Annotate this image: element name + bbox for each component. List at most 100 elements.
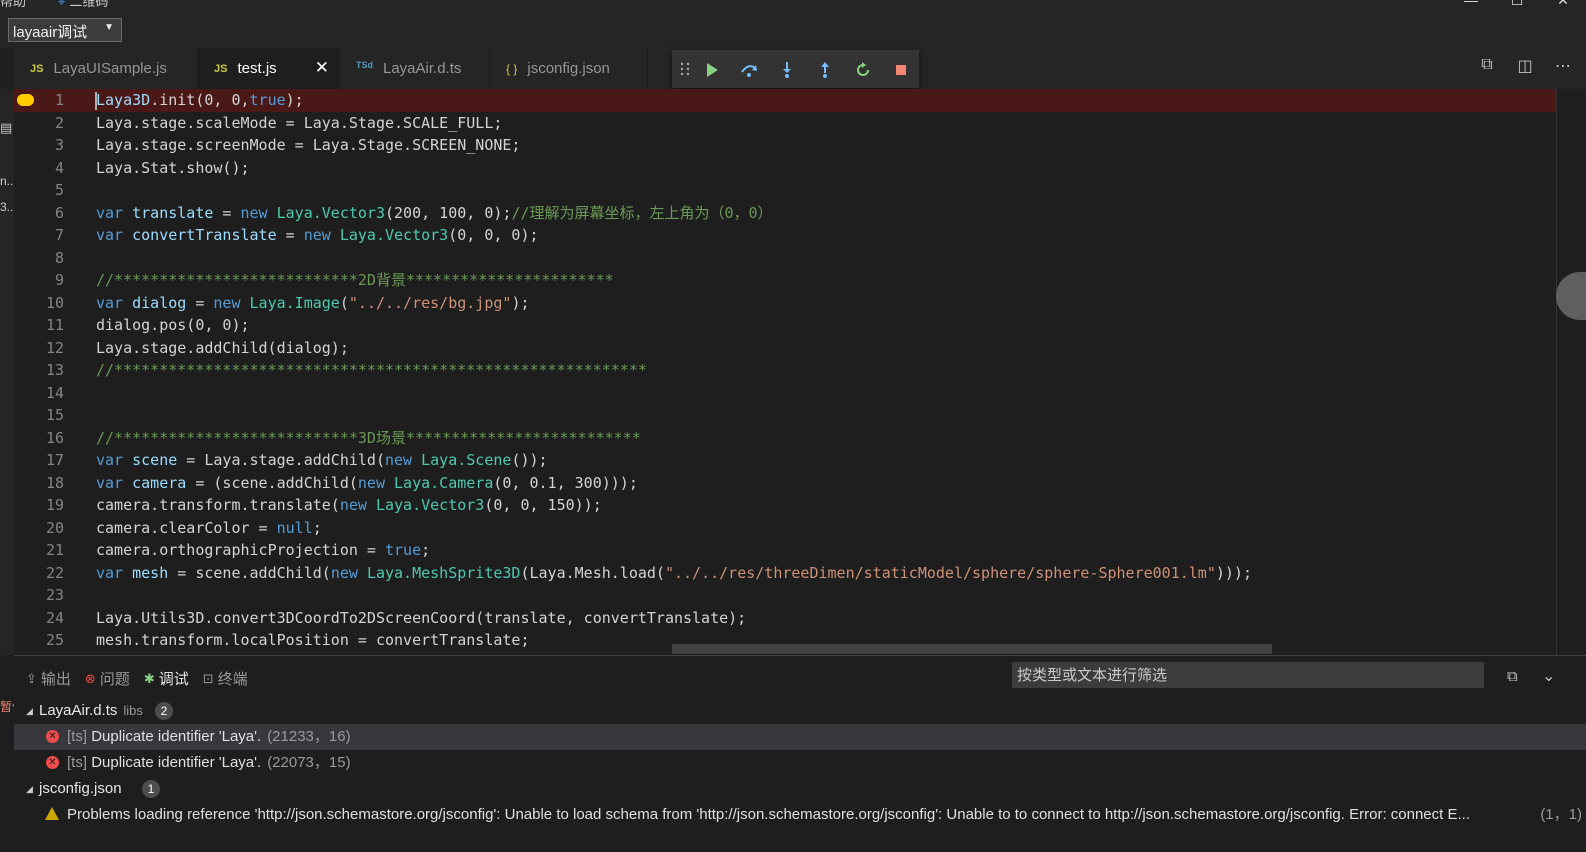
tab-jsconfig[interactable]: { } jsconfig.json bbox=[490, 48, 648, 89]
code-line[interactable]: 3 Laya.stage.screenMode = Laya.Stage.SCRE… bbox=[14, 134, 1556, 157]
problem-group-layaair[interactable]: ◢ LayaAir.d.ts libs 2 bbox=[14, 698, 1586, 724]
tab-layauisample[interactable]: JS LayaUISample.js bbox=[14, 48, 198, 89]
editor-actions: ⧉ ◫ ⋯ bbox=[1478, 56, 1572, 75]
step-into-icon[interactable] bbox=[778, 61, 796, 79]
code-line[interactable]: 4 Laya.Stat.show(); bbox=[14, 157, 1556, 180]
code-line[interactable]: 23 bbox=[14, 584, 1556, 607]
more-actions-icon[interactable]: ⋯ bbox=[1554, 56, 1572, 75]
tab-layaair-dts[interactable]: TSd LayaAir.d.ts bbox=[340, 48, 490, 89]
tab-debug[interactable]: ✱ 调试 bbox=[144, 668, 189, 689]
code-token: ( bbox=[339, 293, 349, 312]
close-window-icon[interactable]: ✕ bbox=[1540, 0, 1586, 9]
code-line[interactable]: 16 //***************************3D场景*****… bbox=[14, 427, 1556, 450]
tab-test-js[interactable]: JS test.js ✕ bbox=[198, 48, 340, 89]
code-line[interactable]: 15 bbox=[14, 404, 1556, 427]
code-token: (Laya.Mesh.load( bbox=[520, 563, 665, 582]
minimize-icon[interactable]: — bbox=[1448, 0, 1494, 9]
code-token: Laya.Image bbox=[249, 293, 340, 312]
code-token: mesh.transform.localPosition = convertTr… bbox=[96, 631, 530, 649]
code-token: Laya.stage.scaleMode = Laya.Stage.SCALE_… bbox=[96, 113, 503, 132]
expand-triangle-icon: ◢ bbox=[26, 784, 33, 794]
line-number: 22 bbox=[45, 563, 64, 582]
code-line[interactable]: 24 Laya.Utils3D.convert3DCoordTo2DScreenC… bbox=[14, 607, 1556, 630]
code-line[interactable]: 12 Laya.stage.addChild(dialog); bbox=[14, 337, 1556, 360]
code-line[interactable]: 7 var convertTranslate = new Laya.Vector3… bbox=[14, 224, 1556, 247]
code-token: //**************************************… bbox=[96, 361, 647, 379]
code-text: dialog.pos(0, 0); bbox=[96, 314, 250, 336]
line-number: 9 bbox=[54, 271, 64, 289]
code-line[interactable]: 13 //************************************… bbox=[14, 359, 1556, 382]
problem-text: Problems loading reference 'http://json.… bbox=[67, 806, 1470, 823]
code-line[interactable]: 2 Laya.stage.scaleMode = Laya.Stage.SCALE… bbox=[14, 112, 1556, 135]
debug-config-select[interactable]: layaair调试 ▼ bbox=[8, 18, 122, 42]
menu-help[interactable]: 帮助 bbox=[0, 0, 26, 10]
horizontal-scrollbar[interactable] bbox=[672, 644, 1272, 654]
maximize-icon[interactable]: ☐ bbox=[1494, 0, 1540, 9]
continue-icon[interactable] bbox=[703, 61, 721, 79]
tab-problems[interactable]: ⊗ 问题 bbox=[85, 668, 130, 689]
text-cursor bbox=[95, 92, 97, 110]
code-text: Laya3D.init(0, 0,true); bbox=[96, 89, 304, 111]
filter-input[interactable] bbox=[1012, 662, 1484, 688]
line-number: 10 bbox=[45, 293, 64, 312]
bottom-panel: ⇪输出 ⊗问题 ✱调试 ⊡终端 ⧉ ⌄ ◢ LayaAir.d.ts libs 2… bbox=[14, 655, 1586, 852]
problem-item[interactable]: Problems loading reference 'http://json.… bbox=[14, 802, 1586, 828]
problem-group-jsconfig[interactable]: ◢ jsconfig.json 1 bbox=[14, 776, 1586, 802]
code-token: Laya.stage.addChild(dialog); bbox=[96, 338, 349, 357]
code-token: scene bbox=[132, 451, 178, 469]
line-number: 6 bbox=[54, 203, 64, 222]
code-text: Laya.stage.screenMode = Laya.Stage.SCREE… bbox=[96, 134, 520, 156]
code-line[interactable]: 17 var scene = Laya.stage.addChild(new La… bbox=[14, 449, 1556, 472]
line-number: 24 bbox=[45, 608, 64, 627]
stop-icon[interactable] bbox=[892, 61, 910, 79]
menu-qrcode[interactable]: ⌖ 二维码 bbox=[58, 0, 108, 10]
code-token: (0, 0.1, 300))); bbox=[493, 473, 638, 492]
code-text: Laya.Utils3D.convert3DCoordTo2DScreenCoo… bbox=[96, 607, 746, 629]
step-over-icon[interactable] bbox=[740, 61, 758, 79]
line-number: 14 bbox=[45, 383, 64, 402]
code-token: (0, 0, 0); bbox=[448, 226, 539, 244]
tab-terminal[interactable]: ⊡ 终端 bbox=[203, 668, 248, 689]
step-out-icon[interactable] bbox=[816, 61, 834, 79]
error-icon: ✕ bbox=[46, 730, 59, 743]
code-editor[interactable]: 1 Laya3D.init(0, 0,true); 2 Laya.stage.scal… bbox=[14, 89, 1556, 655]
code-line[interactable]: 14 bbox=[14, 382, 1556, 405]
code-line[interactable]: 18 var camera = (scene.addChild(new Laya.… bbox=[14, 472, 1556, 495]
code-token: dialog bbox=[132, 293, 187, 312]
code-line[interactable]: 5 bbox=[14, 179, 1556, 202]
restart-icon[interactable] bbox=[854, 61, 872, 79]
open-changes-icon[interactable]: ⧉ bbox=[1478, 56, 1496, 74]
count-badge: 1 bbox=[142, 780, 160, 798]
close-tab-icon[interactable]: ✕ bbox=[315, 58, 329, 78]
split-editor-icon[interactable]: ◫ bbox=[1516, 56, 1534, 75]
code-token: "../../res/bg.jpg" bbox=[348, 293, 512, 312]
code-token: = bbox=[213, 203, 241, 222]
line-number: 4 bbox=[54, 158, 64, 177]
code-line[interactable]: 21 camera.orthographicProjection = true; bbox=[14, 539, 1556, 562]
problem-item[interactable]: ✕ [ts] Duplicate identifier 'Laya'. (2123… bbox=[14, 724, 1586, 750]
chevron-down-icon[interactable]: ⌄ bbox=[1542, 666, 1555, 686]
line-number: 8 bbox=[54, 248, 64, 267]
code-text: var scene = Laya.stage.addChild(new Laya… bbox=[96, 449, 548, 471]
ts-definition-file-icon: TSd bbox=[356, 59, 373, 70]
json-file-icon: { } bbox=[506, 61, 518, 76]
code-token: new bbox=[339, 496, 376, 514]
code-line[interactable]: 6 var translate = new Laya.Vector3(200, 1… bbox=[14, 202, 1556, 225]
code-line[interactable]: 1 Laya3D.init(0, 0,true); bbox=[14, 89, 1556, 112]
code-token: convertTranslate bbox=[132, 226, 277, 244]
vertical-scrollbar[interactable] bbox=[1556, 89, 1569, 655]
code-line[interactable]: 11 dialog.pos(0, 0); bbox=[14, 314, 1556, 337]
code-token: (0, 0, 150)); bbox=[484, 496, 602, 514]
tab-output[interactable]: ⇪ 输出 bbox=[26, 668, 71, 689]
code-token: ; bbox=[421, 541, 431, 559]
collapse-all-icon[interactable]: ⧉ bbox=[1507, 668, 1518, 685]
drag-grip-icon[interactable] bbox=[680, 62, 690, 76]
code-line[interactable]: 22 var mesh = scene.addChild(new Laya.Mes… bbox=[14, 562, 1556, 585]
tab-label: 问题 bbox=[99, 671, 130, 688]
code-line[interactable]: 19 camera.transform.translate(new Laya.Ve… bbox=[14, 494, 1556, 517]
code-line[interactable]: 20 camera.clearColor = null; bbox=[14, 517, 1556, 540]
code-line[interactable]: 8 bbox=[14, 247, 1556, 270]
code-line[interactable]: 9 //***************************2D背景******… bbox=[14, 269, 1556, 292]
code-line[interactable]: 10 var dialog = new Laya.Image("../../res… bbox=[14, 292, 1556, 315]
problem-item[interactable]: ✕ [ts] Duplicate identifier 'Laya'. (2207… bbox=[14, 750, 1586, 776]
